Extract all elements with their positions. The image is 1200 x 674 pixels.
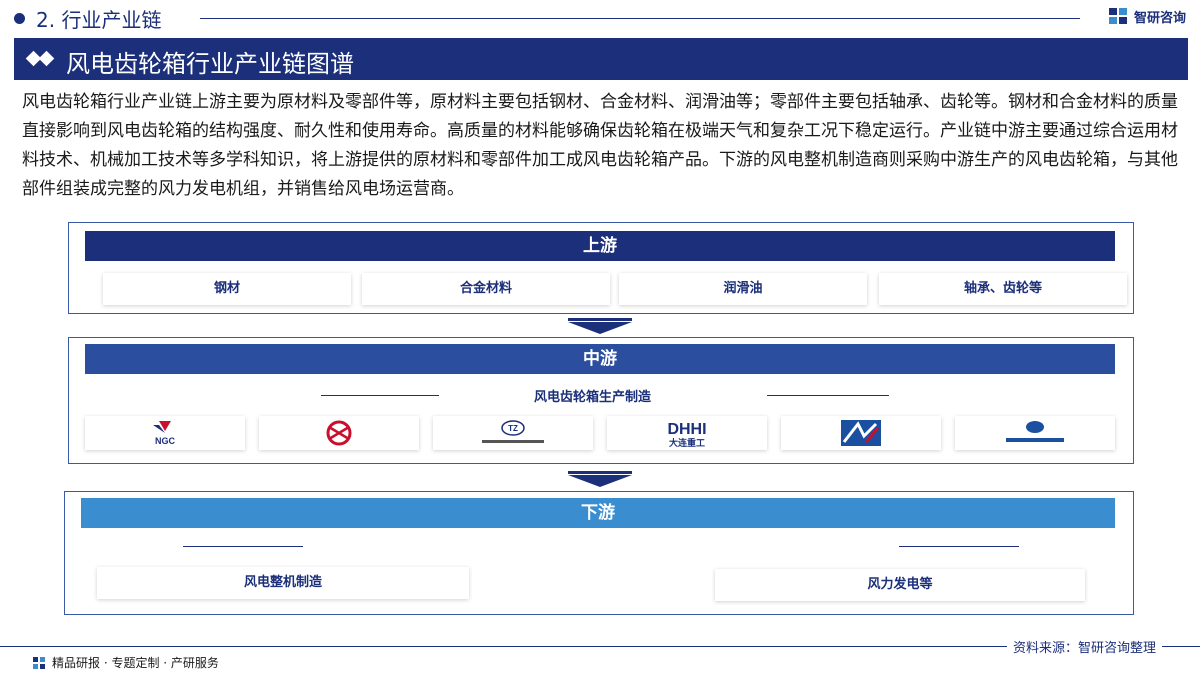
company-logo-ngc: NGC: [85, 416, 245, 450]
source-note: 资料来源：智研咨询整理: [1006, 637, 1162, 656]
upstream-item: 轴承、齿轮等: [879, 273, 1127, 305]
company-logo-2: [259, 416, 419, 450]
dhhi-logo-text: DHHI: [667, 421, 706, 438]
company-logo-5: [781, 416, 941, 450]
tagline-text: 精品研报 · 专题定制 · 产研服务: [52, 656, 219, 670]
blue-square-logo-icon: [841, 420, 881, 446]
bullet-icon: [14, 13, 25, 24]
dhhi-logo-subtext: 大连重工: [669, 437, 705, 448]
upstream-item: 钢材: [103, 273, 351, 305]
brand: 智研咨询: [1108, 6, 1186, 26]
downstream-line-right: [899, 546, 1019, 547]
brand-logo-icon: [1108, 8, 1127, 24]
midstream-header: 中游: [85, 344, 1115, 374]
brand-name: 智研咨询: [1133, 10, 1186, 26]
down-arrow-icon: [568, 322, 632, 334]
company-logo-dhhi: DHHI 大连重工: [607, 416, 767, 450]
flow-arrow-bar: [568, 318, 632, 321]
tz-logo-text: TZ: [508, 424, 518, 433]
tz-logo-icon: TZ: [482, 420, 544, 443]
downstream-header: 下游: [81, 498, 1115, 528]
down-arrow-icon: [568, 475, 632, 487]
intro-paragraph: 风电齿轮箱行业产业链上游主要为原材料及零部件等，原材料主要包括钢材、合金材料、润…: [22, 92, 1178, 199]
brand-small-icon: [33, 656, 45, 669]
ngc-logo-icon: NGC: [153, 421, 176, 446]
upstream-panel: 上游 钢材 合金材料 润滑油 轴承、齿轮等: [68, 222, 1134, 314]
company-logo-tz: TZ: [433, 416, 593, 450]
subtitle-line-left: [321, 395, 439, 396]
title-bar: 风电齿轮箱行业产业链图谱: [14, 38, 1188, 80]
subtitle-line-right: [767, 395, 889, 396]
ngc-logo-text: NGC: [155, 436, 176, 446]
blue-oval-logo-icon: [1006, 421, 1064, 442]
midstream-panel: 中游 风电齿轮箱生产制造 NGC TZ DHHI 大连重工: [68, 337, 1134, 464]
section-title: 2. 行业产业链: [36, 8, 162, 32]
downstream-panel: 下游 风电整机制造 风力发电等: [64, 491, 1134, 615]
top-header: 2. 行业产业链 智研咨询: [0, 0, 1200, 36]
company-logo-6: [955, 416, 1115, 450]
downstream-item: 风电整机制造: [97, 567, 469, 599]
downstream-item: 风力发电等: [715, 569, 1085, 601]
header-divider: [200, 18, 1080, 19]
red-emblem-logo-icon: [326, 420, 352, 446]
dhhi-logo-icon: DHHI 大连重工: [667, 421, 706, 448]
midstream-subtitle: 风电齿轮箱生产制造: [534, 390, 652, 405]
upstream-item: 润滑油: [619, 273, 867, 305]
flow-arrow-bar: [568, 471, 632, 474]
upstream-item: 合金材料: [362, 273, 610, 305]
page-title: 风电齿轮箱行业产业链图谱: [66, 50, 354, 78]
diamond-icon: [25, 50, 58, 67]
downstream-line-left: [183, 546, 303, 547]
footer-tagline: 精品研报 · 专题定制 · 产研服务: [32, 654, 219, 671]
upstream-header: 上游: [85, 231, 1115, 261]
